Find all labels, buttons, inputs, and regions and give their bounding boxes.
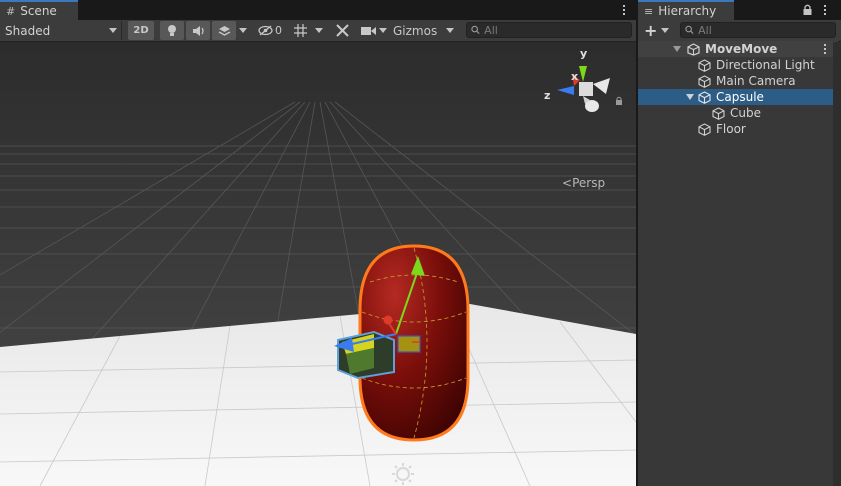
hierarchy-item-label: Main Camera <box>716 74 796 88</box>
scene-render: y x z <box>0 42 636 486</box>
grid-toggle-button[interactable] <box>290 21 310 40</box>
gizmos-label: Gizmos <box>393 23 438 38</box>
gameobject-cube-icon <box>698 58 711 72</box>
effects-toggle-button[interactable] <box>212 21 236 40</box>
hierarchy-panel-menu-icon[interactable] <box>820 2 830 18</box>
projection-label: Persp <box>572 176 606 190</box>
toggle-2d-label: 2D <box>133 25 149 36</box>
scene-panel: # Scene Shaded 2D 0 Gizmos All y x z <Pe… <box>0 0 636 486</box>
hierarchy-panel: ≡ Hierarchy + MoveMove <box>638 0 841 486</box>
projection-toggle[interactable]: <Persp <box>562 176 605 190</box>
effects-dropdown[interactable] <box>236 21 250 40</box>
orientation-lock-icon[interactable] <box>615 94 623 108</box>
scene-row-menu-icon[interactable] <box>820 41 830 57</box>
hierarchy-item-label: Cube <box>730 106 761 120</box>
add-object-button[interactable]: + <box>640 21 670 40</box>
hierarchy-scene-row[interactable]: MoveMove <box>638 41 838 57</box>
hierarchy-item-main-camera[interactable]: Main Camera <box>638 73 838 89</box>
hierarchy-toolbar: + <box>638 20 841 42</box>
axis-label-y: y <box>580 47 587 60</box>
tab-scene-label: Scene <box>20 4 57 18</box>
scene-tab-bar: # Scene <box>0 0 636 20</box>
scene-search[interactable] <box>466 22 632 38</box>
hierarchy-item-cube[interactable]: Cube <box>638 105 838 121</box>
unity-scene-icon <box>687 42 700 56</box>
chevron-down-icon <box>109 28 117 33</box>
draw-mode-dropdown[interactable]: Shaded <box>0 21 122 40</box>
search-icon <box>471 25 480 35</box>
tab-hierarchy-label: Hierarchy <box>658 4 717 18</box>
gizmos-dropdown[interactable] <box>443 21 457 40</box>
hierarchy-item-label: Capsule <box>716 90 764 104</box>
axis-label-x: x <box>571 70 578 83</box>
layers-effects-icon <box>218 25 230 36</box>
toggle-2d-button[interactable]: 2D <box>128 21 154 40</box>
tools-icon <box>335 24 349 37</box>
hierarchy-scrollbar[interactable] <box>833 42 841 486</box>
hierarchy-item-directional-light[interactable]: Directional Light <box>638 57 838 73</box>
search-icon <box>685 25 694 35</box>
gizmos-button[interactable]: Gizmos <box>391 21 441 40</box>
list-icon: ≡ <box>644 4 654 18</box>
hierarchy-search[interactable] <box>680 22 836 38</box>
grid-icon: # <box>6 4 16 18</box>
eye-hidden-icon <box>258 25 273 36</box>
lighting-toggle-button[interactable] <box>160 21 184 40</box>
chevron-down-icon <box>379 28 387 33</box>
tab-scene[interactable]: # Scene <box>0 0 78 20</box>
gameobject-cube-icon <box>698 74 711 88</box>
gameobject-cube-icon <box>712 106 725 120</box>
hierarchy-item-capsule[interactable]: Capsule <box>638 89 838 105</box>
hierarchy-item-floor[interactable]: Floor <box>638 121 838 137</box>
expand-arrow-icon[interactable] <box>673 46 681 52</box>
scene-search-input[interactable] <box>480 23 631 37</box>
camera-settings-button[interactable] <box>358 21 378 40</box>
scene-viewport[interactable]: y x z <Persp <box>0 42 636 486</box>
draw-mode-value: Shaded <box>5 23 51 38</box>
chevron-down-icon <box>446 28 454 33</box>
camera-dropdown[interactable] <box>377 21 389 40</box>
grid-snap-icon <box>293 24 307 37</box>
grid-dropdown[interactable] <box>312 21 326 40</box>
perspective-arrow-icon: < <box>562 176 573 190</box>
speaker-icon <box>192 25 204 36</box>
hidden-count: 0 <box>275 24 282 37</box>
chevron-down-icon <box>315 28 323 33</box>
hierarchy-search-input[interactable] <box>694 23 835 37</box>
tab-hierarchy[interactable]: ≡ Hierarchy <box>638 0 734 20</box>
gameobject-cube-icon <box>698 122 711 136</box>
expand-arrow-icon[interactable] <box>686 94 694 100</box>
hierarchy-item-label: Directional Light <box>716 58 815 72</box>
scene-panel-menu-icon[interactable] <box>619 2 629 18</box>
chevron-down-icon <box>239 28 247 33</box>
chevron-down-icon <box>661 28 670 33</box>
cube-object <box>337 330 395 380</box>
tools-button[interactable] <box>332 21 352 40</box>
lightbulb-icon <box>168 25 176 36</box>
camera-icon <box>360 26 376 35</box>
scene-name: MoveMove <box>705 42 778 56</box>
hierarchy-item-label: Floor <box>716 122 746 136</box>
audio-toggle-button[interactable] <box>186 21 210 40</box>
gameobject-cube-icon <box>698 90 711 104</box>
axis-label-z: z <box>544 89 550 102</box>
scene-toolbar: Shaded 2D 0 Gizmos All <box>0 20 636 42</box>
scene-visibility-toggle[interactable]: 0 <box>256 21 286 40</box>
add-label: + <box>644 21 658 40</box>
hierarchy-tab-bar: ≡ Hierarchy <box>638 0 841 20</box>
lock-icon[interactable] <box>803 4 812 18</box>
